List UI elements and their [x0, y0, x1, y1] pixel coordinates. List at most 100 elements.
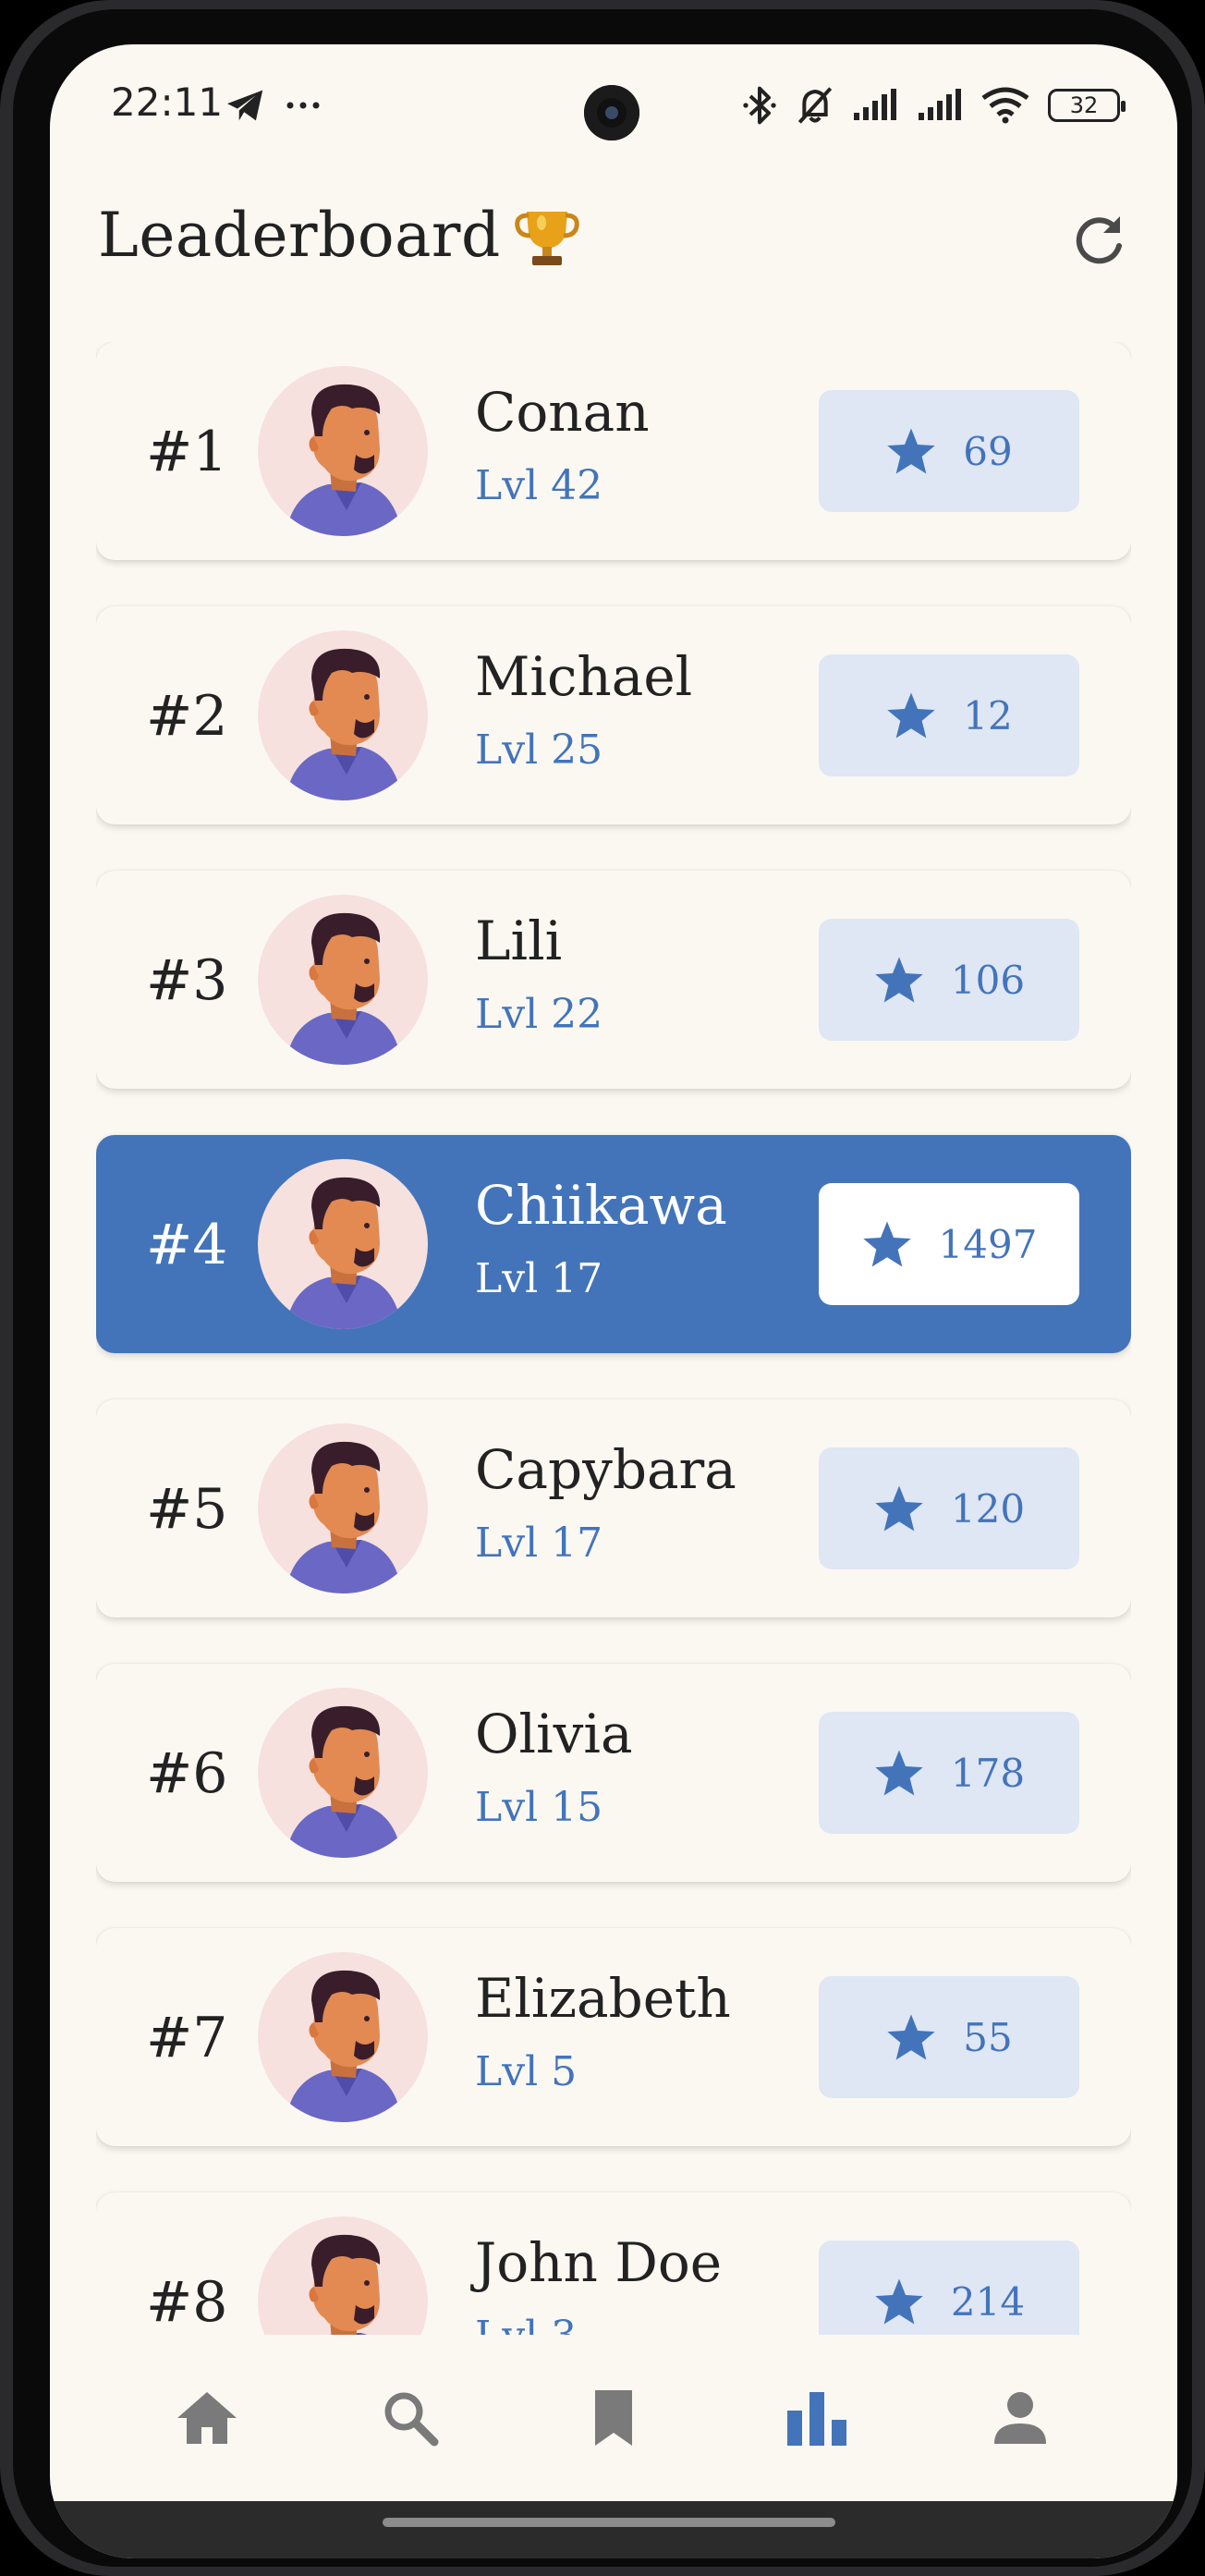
- star-icon: [875, 2278, 923, 2325]
- rank-label: #4: [146, 1213, 228, 1277]
- user-level: Lvl 17: [475, 1520, 603, 1567]
- user-name: Chiikawa: [475, 1174, 727, 1237]
- score-badge: 55: [819, 1976, 1079, 2098]
- mute-icon: [797, 87, 833, 124]
- wifi-icon: [981, 87, 1029, 124]
- rank-label: #3: [146, 948, 228, 1013]
- leaderboard-row[interactable]: #5 Capybara Lvl 17 120: [96, 1399, 1131, 1618]
- user-level: Lvl 42: [475, 462, 603, 509]
- home-icon: [177, 2392, 237, 2444]
- battery-level: 32: [1069, 92, 1099, 118]
- star-icon: [887, 2014, 935, 2060]
- score-value: 1497: [938, 1221, 1038, 1267]
- bookmark-icon: [595, 2390, 632, 2446]
- score-badge: 1497: [819, 1183, 1079, 1305]
- rank-label: #7: [146, 2006, 228, 2070]
- avatar: [258, 630, 428, 800]
- score-value: 178: [950, 1750, 1026, 1796]
- bluetooth-icon: [743, 86, 776, 125]
- leaderboard-row[interactable]: #1 Conan Lvl 42 69: [96, 342, 1131, 560]
- score-badge: 12: [819, 654, 1079, 776]
- status-right-icons: 32: [741, 85, 1126, 126]
- telegram-icon: [227, 90, 263, 121]
- more-icon: [286, 102, 320, 109]
- star-icon: [887, 692, 935, 739]
- profile-icon: [994, 2392, 1046, 2444]
- leaderboard-row[interactable]: #3 Lili Lvl 22 106: [96, 871, 1131, 1089]
- star-icon: [875, 1750, 923, 1796]
- nav-leaderboard[interactable]: [773, 2374, 861, 2462]
- score-badge: 106: [819, 919, 1079, 1041]
- avatar: [258, 1423, 428, 1593]
- page-title: Leaderboard: [98, 200, 580, 271]
- user-level: Lvl 15: [475, 1784, 603, 1831]
- rank-label: #6: [146, 1741, 228, 1806]
- user-level: Lvl 22: [475, 991, 603, 1038]
- leaderboard-row[interactable]: #4 Chiikawa Lvl 17 1497: [96, 1135, 1131, 1353]
- star-icon: [875, 1485, 923, 1532]
- phone-bezel: 22:11 32 Leaderboard #1 Conan Lvl 42 69 …: [13, 9, 1192, 2567]
- avatar-illustration: [286, 384, 402, 536]
- screen: 22:11 32 Leaderboard #1 Conan Lvl 42 69 …: [50, 44, 1177, 2558]
- score-value: 69: [963, 428, 1013, 474]
- user-level: Lvl 17: [475, 1255, 603, 1302]
- avatar-illustration: [286, 1970, 402, 2122]
- score-value: 106: [950, 957, 1026, 1003]
- score-value: 12: [963, 692, 1013, 739]
- avatar-illustration: [286, 1441, 402, 1593]
- user-name: Conan: [475, 381, 650, 444]
- leaderboard-list[interactable]: #1 Conan Lvl 42 69 #2 Michael Lvl 25 12 …: [96, 342, 1131, 2372]
- trophy-icon: [514, 211, 579, 265]
- rank-label: #8: [146, 2270, 228, 2335]
- avatar-illustration: [286, 648, 402, 800]
- user-name: Capybara: [475, 1438, 736, 1501]
- leaderboard-icon: [787, 2392, 846, 2446]
- score-badge: 178: [819, 1712, 1079, 1834]
- user-name: Michael: [475, 645, 693, 708]
- avatar-illustration: [286, 912, 402, 1065]
- rank-label: #1: [146, 420, 228, 484]
- star-icon: [875, 957, 923, 1003]
- avatar: [258, 895, 428, 1065]
- status-left-icons: [225, 87, 322, 124]
- score-badge: 69: [819, 390, 1079, 512]
- user-name: John Doe: [475, 2231, 723, 2294]
- avatar: [258, 1688, 428, 1858]
- battery-indicator: 32: [1048, 89, 1126, 122]
- refresh-icon[interactable]: [1066, 209, 1131, 274]
- bottom-nav: [50, 2335, 1177, 2501]
- status-time: 22:11: [111, 79, 224, 125]
- gesture-bar: [50, 2501, 1177, 2558]
- star-icon: [862, 1221, 911, 1267]
- page-title-text: Leaderboard: [98, 200, 501, 271]
- leaderboard-row[interactable]: #7 Elizabeth Lvl 5 55: [96, 1928, 1131, 2146]
- avatar-illustration: [286, 1705, 402, 1858]
- star-icon: [887, 428, 935, 474]
- nav-home[interactable]: [163, 2374, 251, 2462]
- rank-label: #5: [146, 1477, 228, 1542]
- avatar: [258, 1952, 428, 2122]
- rank-label: #2: [146, 684, 228, 749]
- score-value: 120: [950, 1485, 1026, 1532]
- status-bar: 22:11 32: [50, 44, 1177, 146]
- search-icon: [384, 2392, 439, 2447]
- avatar-illustration: [286, 1177, 402, 1329]
- leaderboard-row[interactable]: #2 Michael Lvl 25 12: [96, 606, 1131, 824]
- score-badge: 120: [819, 1447, 1079, 1569]
- leaderboard-row[interactable]: #6 Olivia Lvl 15 178: [96, 1664, 1131, 1882]
- score-value: 214: [950, 2278, 1026, 2325]
- score-value: 55: [963, 2014, 1013, 2060]
- nav-search[interactable]: [366, 2374, 455, 2462]
- front-camera: [584, 85, 639, 140]
- avatar: [258, 366, 428, 536]
- user-name: Lili: [475, 910, 563, 972]
- user-name: Elizabeth: [475, 1967, 731, 2030]
- nav-profile[interactable]: [976, 2374, 1065, 2462]
- user-level: Lvl 5: [475, 2048, 578, 2095]
- nav-bookmarks[interactable]: [569, 2374, 658, 2462]
- avatar: [258, 1159, 428, 1329]
- user-level: Lvl 25: [475, 726, 603, 774]
- phone-frame: 22:11 32 Leaderboard #1 Conan Lvl 42 69 …: [0, 0, 1205, 2576]
- signal-icon-1: [854, 89, 896, 120]
- user-name: Olivia: [475, 1703, 633, 1765]
